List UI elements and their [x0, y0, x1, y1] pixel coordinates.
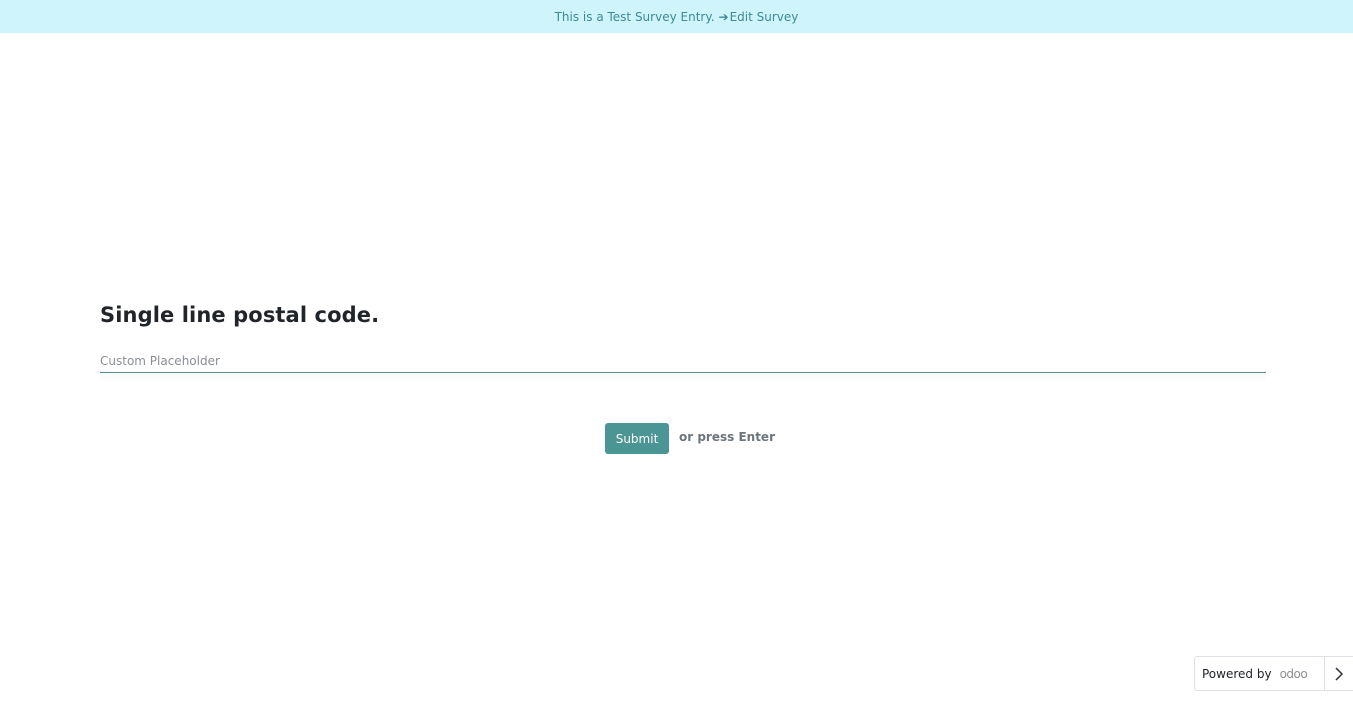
test-entry-banner: This is a Test Survey Entry. ➔ Edit Surv…: [0, 0, 1353, 33]
powered-by-label: Powered by: [1202, 666, 1272, 681]
edit-survey-link[interactable]: Edit Survey: [730, 10, 799, 24]
powered-by-badge[interactable]: Powered by odoo: [1194, 656, 1353, 691]
question-title: Single line postal code.: [100, 303, 380, 327]
odoo-logo: odoo: [1279, 666, 1308, 681]
submit-button[interactable]: Submit: [605, 423, 669, 454]
banner-text: This is a Test Survey Entry.: [554, 9, 715, 24]
arrow-right-icon: ➔: [718, 9, 729, 24]
input-shadow: [100, 372, 1266, 384]
postal-code-input[interactable]: [100, 351, 1266, 373]
press-enter-hint: or press Enter: [679, 430, 775, 444]
chevron-right-icon[interactable]: [1324, 657, 1353, 690]
